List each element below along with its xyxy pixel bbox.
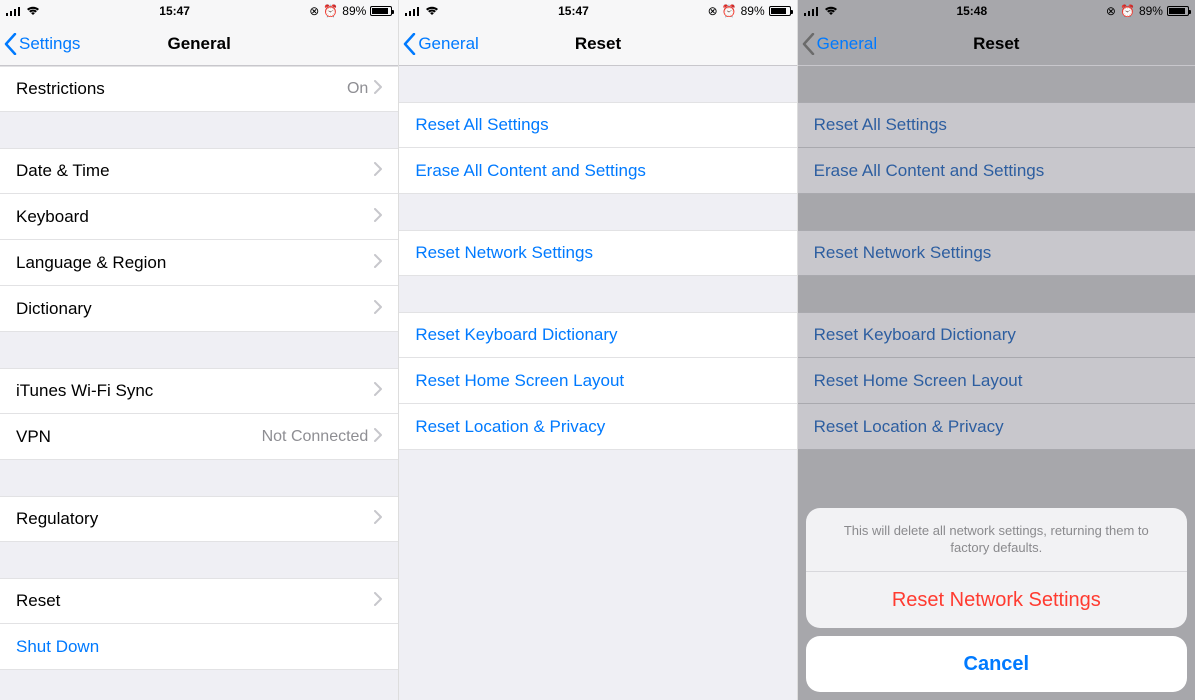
back-label: General (817, 34, 877, 54)
cellular-signal-icon (405, 6, 421, 16)
row-reset-all-settings[interactable]: Reset All Settings (399, 102, 796, 148)
rotation-lock-icon: ⊗ (1106, 4, 1116, 18)
alarm-icon: ⏰ (323, 4, 338, 18)
chevron-right-icon (374, 591, 382, 611)
row-reset-network-settings[interactable]: Reset Network Settings (399, 230, 796, 276)
row-reset-location-privacy: Reset Location & Privacy (798, 404, 1195, 450)
screen-general: 15:47 ⊗ ⏰ 89% Settings General Restricti… (0, 0, 398, 700)
confirm-reset-network-button[interactable]: Reset Network Settings (806, 572, 1187, 628)
row-erase-all-content: Erase All Content and Settings (798, 148, 1195, 194)
row-reset-home-screen[interactable]: Reset Home Screen Layout (399, 358, 796, 404)
battery-percent: 89% (1139, 4, 1163, 18)
wifi-icon (824, 6, 838, 16)
status-bar: 15:47 ⊗ ⏰ 89% (0, 0, 398, 22)
reset-list: Reset All Settings Erase All Content and… (399, 66, 796, 700)
row-shut-down[interactable]: Shut Down (0, 624, 398, 670)
back-label: Settings (19, 34, 80, 54)
row-language-region[interactable]: Language & Region (0, 240, 398, 286)
battery-icon (769, 6, 791, 16)
chevron-right-icon (374, 509, 382, 529)
wifi-icon (425, 6, 439, 16)
row-reset-network-settings: Reset Network Settings (798, 230, 1195, 276)
back-button[interactable]: Settings (0, 33, 80, 55)
row-reset[interactable]: Reset (0, 578, 398, 624)
chevron-right-icon (374, 79, 382, 99)
status-bar: 15:47 ⊗ ⏰ 89% (399, 0, 796, 22)
chevron-right-icon (374, 207, 382, 227)
status-bar: 15:48 ⊗ ⏰ 89% (798, 0, 1195, 22)
action-sheet: This will delete all network settings, r… (806, 508, 1187, 692)
screen-reset-confirm: 15:48 ⊗ ⏰ 89% General Reset Reset All Se… (797, 0, 1195, 700)
chevron-right-icon (374, 253, 382, 273)
cellular-signal-icon (804, 6, 820, 16)
battery-icon (1167, 6, 1189, 16)
nav-bar: General Reset (798, 22, 1195, 66)
row-reset-home-screen: Reset Home Screen Layout (798, 358, 1195, 404)
row-reset-keyboard-dictionary[interactable]: Reset Keyboard Dictionary (399, 312, 796, 358)
nav-bar: Settings General (0, 22, 398, 66)
row-regulatory[interactable]: Regulatory (0, 496, 398, 542)
status-time: 15:47 (159, 4, 190, 18)
screen-reset: 15:47 ⊗ ⏰ 89% General Reset Reset All Se… (398, 0, 796, 700)
wifi-icon (26, 6, 40, 16)
nav-bar: General Reset (399, 22, 796, 66)
chevron-right-icon (374, 427, 382, 447)
row-reset-all-settings: Reset All Settings (798, 102, 1195, 148)
action-sheet-main: This will delete all network settings, r… (806, 508, 1187, 628)
rotation-lock-icon: ⊗ (309, 4, 319, 18)
status-time: 15:48 (956, 4, 987, 18)
row-keyboard[interactable]: Keyboard (0, 194, 398, 240)
alarm-icon: ⏰ (722, 4, 737, 18)
row-date-time[interactable]: Date & Time (0, 148, 398, 194)
back-button[interactable]: General (399, 33, 478, 55)
row-erase-all-content[interactable]: Erase All Content and Settings (399, 148, 796, 194)
back-label: General (418, 34, 478, 54)
row-dictionary[interactable]: Dictionary (0, 286, 398, 332)
row-restrictions[interactable]: Restrictions On (0, 66, 398, 112)
status-time: 15:47 (558, 4, 589, 18)
row-reset-location-privacy[interactable]: Reset Location & Privacy (399, 404, 796, 450)
battery-percent: 89% (741, 4, 765, 18)
battery-icon (370, 6, 392, 16)
action-sheet-message: This will delete all network settings, r… (806, 508, 1187, 572)
cancel-button[interactable]: Cancel (806, 636, 1187, 692)
row-vpn[interactable]: VPN Not Connected (0, 414, 398, 460)
back-button: General (798, 33, 877, 55)
chevron-right-icon (374, 381, 382, 401)
chevron-right-icon (374, 299, 382, 319)
chevron-right-icon (374, 161, 382, 181)
row-itunes-wifi-sync[interactable]: iTunes Wi-Fi Sync (0, 368, 398, 414)
battery-percent: 89% (342, 4, 366, 18)
cellular-signal-icon (6, 6, 22, 16)
settings-list: Restrictions On Date & Time Keyboard Lan… (0, 66, 398, 700)
rotation-lock-icon: ⊗ (708, 4, 718, 18)
alarm-icon: ⏰ (1120, 4, 1135, 18)
row-reset-keyboard-dictionary: Reset Keyboard Dictionary (798, 312, 1195, 358)
